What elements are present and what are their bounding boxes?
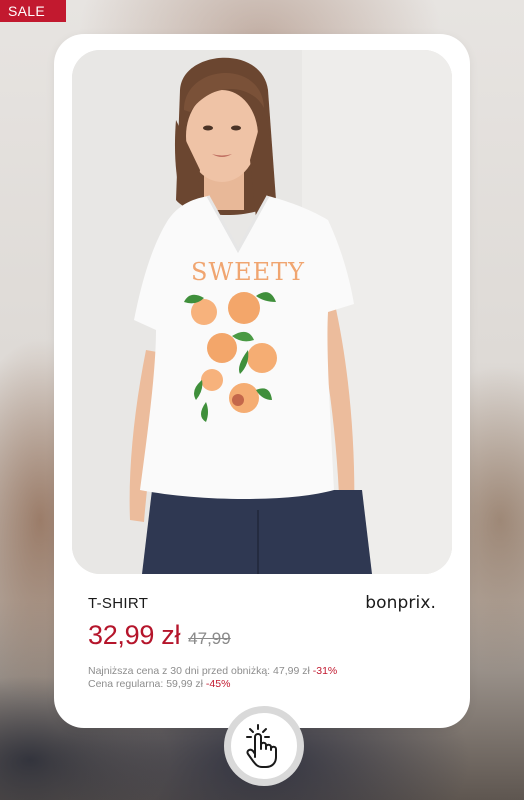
regular-price-label: Cena regularna: 59,99 zł [88,678,203,690]
tap-hand-icon [246,724,277,768]
product-info: T-SHIRT bonprix. 32,99 zł 47,99 Najniższ… [88,590,436,691]
price-row: 32,99 zł 47,99 [88,620,436,651]
sale-badge: SALE [0,0,66,22]
tap-button[interactable] [224,706,304,786]
lowest-price-note: Najniższa cena z 30 dni przed obniżką: 4… [88,665,436,678]
old-price: 47,99 [188,629,231,648]
lowest-price-label: Najniższa cena z 30 dni przed obniżką: 4… [88,665,310,677]
regular-price-note: Cena regularna: 59,99 zł -45% [88,678,436,691]
product-card[interactable]: SWEETY T-SHIRT bonprix. 32,99 zł 47,99 N… [54,34,470,728]
brand-logo: bonprix. [365,593,436,613]
lowest-price-discount: -31% [312,665,338,677]
product-image[interactable]: SWEETY [72,50,452,574]
title-row: T-SHIRT bonprix. [88,590,436,616]
regular-price-discount: -45% [205,678,231,690]
shirt-print-text: SWEETY [191,258,305,286]
product-name[interactable]: T-SHIRT [88,595,148,612]
product-photo: SWEETY [72,50,452,574]
current-price: 32,99 zł [88,620,181,650]
